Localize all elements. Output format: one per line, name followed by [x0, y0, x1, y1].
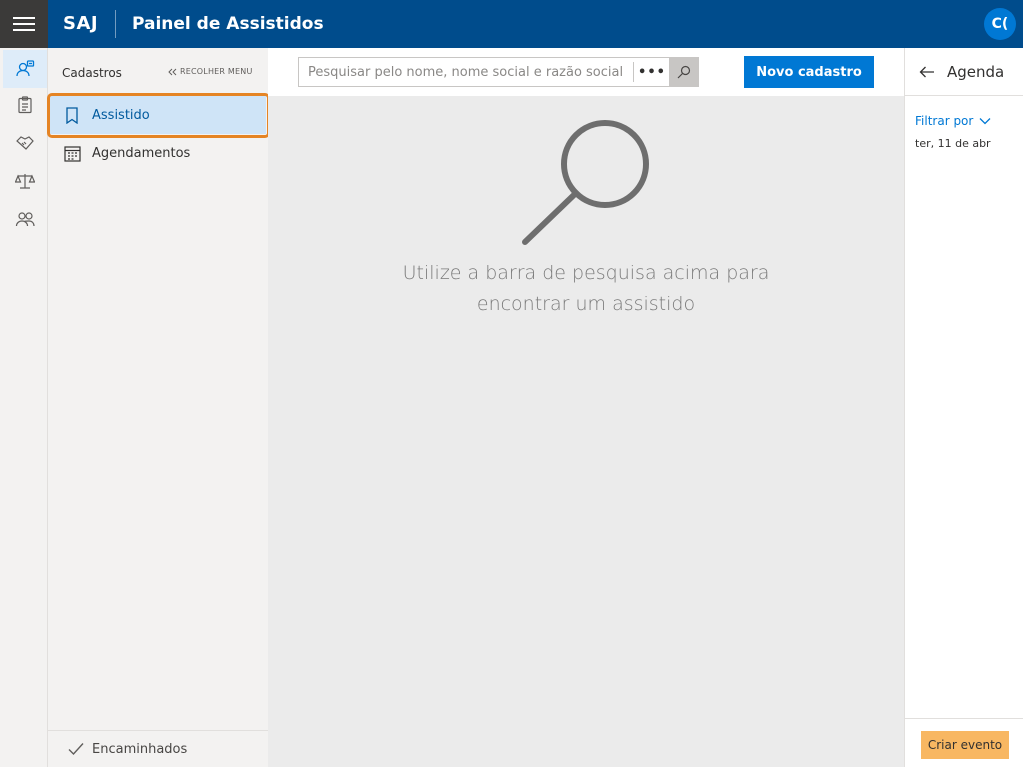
hamburger-menu-button[interactable] — [0, 0, 48, 48]
rail-item-scales[interactable] — [3, 162, 47, 200]
agenda-title: Agenda — [947, 62, 1005, 81]
people-icon — [15, 212, 35, 227]
app-rail — [0, 48, 48, 767]
top-bar: SAJ Painel de Assistidos C( — [0, 0, 1023, 48]
nav-heading: Cadastros — [62, 66, 122, 80]
search-button[interactable] — [669, 58, 699, 86]
filter-label: Filtrar por — [915, 114, 974, 128]
empty-state-message: Utilize a barra de pesquisa acima para e… — [328, 258, 844, 320]
empty-state-line-1: Utilize a barra de pesquisa acima para — [402, 262, 770, 284]
encaminhados-toggle[interactable]: Encaminhados — [48, 730, 268, 767]
empty-state-line-2: encontrar um assistido — [476, 293, 696, 315]
page-title: Painel de Assistidos — [132, 14, 324, 34]
more-options-button[interactable]: ••• — [635, 58, 669, 86]
arrow-left-icon — [919, 66, 934, 77]
new-record-button[interactable]: Novo cadastro — [744, 56, 874, 88]
magnifier-illustration-icon — [522, 120, 649, 245]
collapse-menu-button[interactable]: RECOLHER MENU — [168, 67, 253, 76]
search-icon — [677, 65, 691, 79]
create-event-button[interactable]: Criar evento — [921, 731, 1009, 759]
brand-logo[interactable]: SAJ — [63, 0, 98, 48]
encaminhados-label: Encaminhados — [92, 741, 188, 757]
back-button[interactable] — [919, 66, 935, 78]
rail-item-handshake[interactable] — [3, 124, 47, 162]
handshake-icon — [16, 136, 34, 150]
search-input[interactable] — [299, 58, 633, 86]
double-chevron-left-icon — [168, 68, 177, 75]
user-avatar[interactable]: C( — [984, 8, 1016, 40]
agenda-header: Agenda — [905, 48, 1023, 96]
filter-dropdown[interactable]: Filtrar por — [915, 114, 991, 128]
agenda-footer: Criar evento — [905, 718, 1023, 767]
nav-item-label: Agendamentos — [92, 145, 191, 161]
header-divider — [115, 10, 116, 38]
checkmark-icon — [68, 743, 84, 756]
user-tag-icon — [16, 60, 35, 77]
rail-item-clipboard[interactable] — [3, 86, 47, 124]
hamburger-icon — [13, 17, 35, 31]
chevron-down-icon — [979, 118, 991, 125]
callout-highlight-frame — [47, 93, 270, 138]
rail-item-people[interactable] — [3, 200, 47, 238]
collapse-menu-label: RECOLHER MENU — [180, 67, 253, 76]
calendar-icon — [63, 144, 81, 162]
agenda-panel: Agenda Filtrar por ter, 11 de abr Criar … — [904, 48, 1023, 767]
search-separator — [633, 62, 634, 82]
main-content: ••• Novo cadastro Utilize a barra de pes… — [268, 48, 904, 767]
rail-item-assistidos[interactable] — [3, 50, 47, 88]
agenda-date: ter, 11 de abr — [915, 137, 991, 150]
scales-icon — [15, 174, 35, 189]
search-toolbar: ••• Novo cadastro — [268, 48, 904, 96]
clipboard-icon — [18, 96, 32, 114]
nav-item-agendamentos[interactable]: Agendamentos — [50, 134, 266, 172]
search-box: ••• — [298, 57, 699, 87]
cadastros-panel: Cadastros RECOLHER MENU Assistido Agenda… — [48, 48, 268, 767]
